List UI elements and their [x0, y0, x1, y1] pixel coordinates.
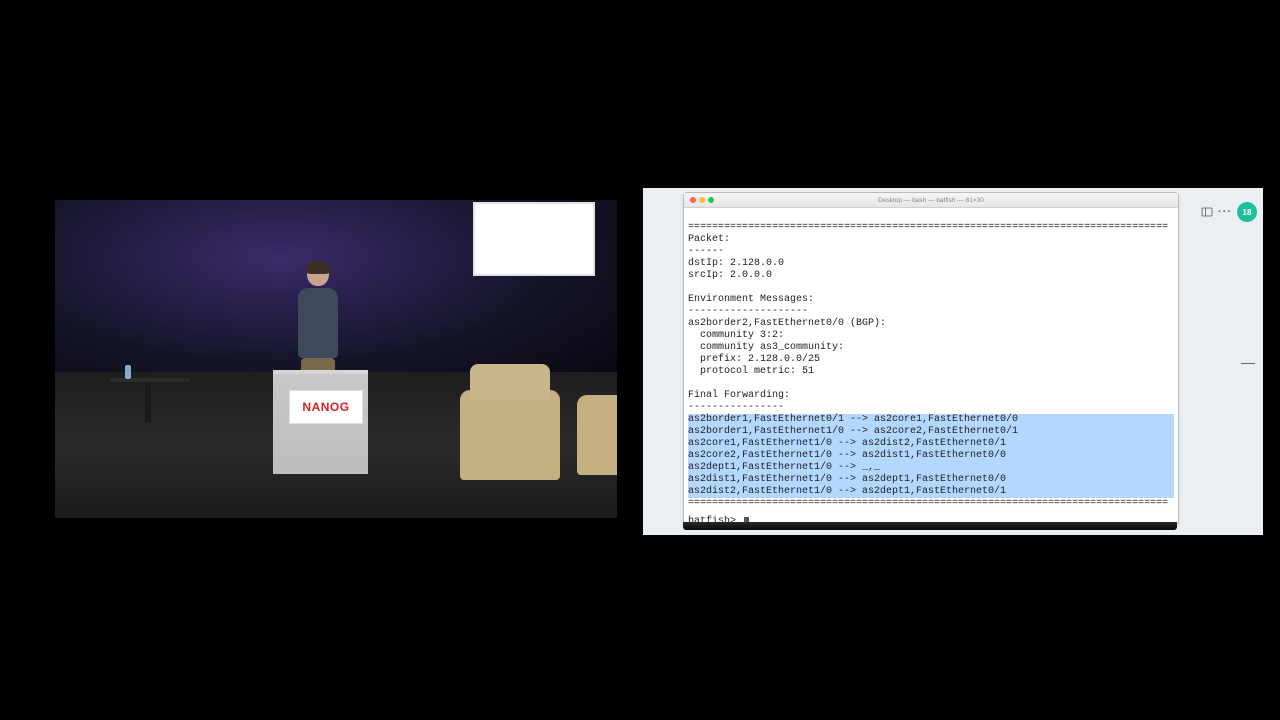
terminal-title-text: Desktop — bash — batfish — 81×30 [878, 197, 984, 204]
projector-screen [473, 202, 595, 276]
minimize-window-icon[interactable] [699, 197, 705, 203]
presentation-video-still: NANOG [55, 200, 617, 518]
env-line: protocol metric: 51 [688, 366, 814, 377]
env-header: Environment Messages: [688, 294, 814, 305]
fwd-row: as2border1,FastEthernet0/1 --> as2core1,… [688, 414, 1174, 426]
separator-line: ========================================… [688, 498, 1168, 509]
close-window-icon[interactable] [690, 197, 696, 203]
fwd-row: as2core1,FastEthernet1/0 --> as2dist2,Fa… [688, 438, 1174, 450]
collapse-icon[interactable]: — [1241, 354, 1255, 370]
env-sep: -------------------- [688, 306, 808, 317]
fwd-row: as2core2,FastEthernet1/0 --> as2dist1,Fa… [688, 450, 1174, 462]
fwd-header: Final Forwarding: [688, 390, 790, 401]
fwd-row: as2border1,FastEthernet1/0 --> as2core2,… [688, 426, 1174, 438]
env-line: community 3:2: [688, 330, 784, 341]
env-line: prefix: 2.128.0.0/25 [688, 354, 820, 365]
window-traffic-lights[interactable] [684, 197, 714, 203]
podium-sign: NANOG [289, 390, 363, 424]
dstip-line: dstIp: 2.128.0.0 [688, 258, 784, 269]
terminal-window[interactable]: Desktop — bash — batfish — 81×30 =======… [683, 192, 1179, 524]
srcip-line: srcIp: 2.0.0.0 [688, 270, 772, 281]
fwd-row: as2dept1,FastEthernet1/0 --> _,_ [688, 462, 1174, 474]
fwd-row: as2dist1,FastEthernet1/0 --> as2dept1,Fa… [688, 474, 1174, 486]
terminal-body[interactable]: ========================================… [684, 208, 1178, 532]
terminal-bottom-strip [683, 522, 1177, 530]
maximize-window-icon[interactable] [708, 197, 714, 203]
water-bottle [125, 365, 131, 379]
more-icon[interactable]: ··· [1219, 206, 1231, 218]
panel-toggle-icon[interactable] [1201, 206, 1213, 218]
armchair-2 [577, 395, 617, 475]
env-line: as2border2,FastEthernet0/0 (BGP): [688, 318, 886, 329]
desktop-top-right-controls: ··· 18 [1201, 202, 1257, 222]
separator-line: ========================================… [688, 222, 1168, 233]
packet-header: Packet: [688, 234, 730, 245]
terminal-titlebar[interactable]: Desktop — bash — batfish — 81×30 [684, 193, 1178, 208]
env-line: community as3_community: [688, 342, 844, 353]
armchair-1 [460, 390, 560, 480]
packet-sep: ------ [688, 246, 724, 257]
fwd-sep: ---------------- [688, 402, 784, 413]
avatar-badge[interactable]: 18 [1237, 202, 1257, 222]
side-table-leg [145, 382, 151, 422]
fwd-row: as2dist2,FastEthernet1/0 --> as2dept1,Fa… [688, 486, 1174, 498]
desktop-screenshare: ··· 18 — Desktop — bash — batfish — 81×3… [643, 188, 1263, 535]
